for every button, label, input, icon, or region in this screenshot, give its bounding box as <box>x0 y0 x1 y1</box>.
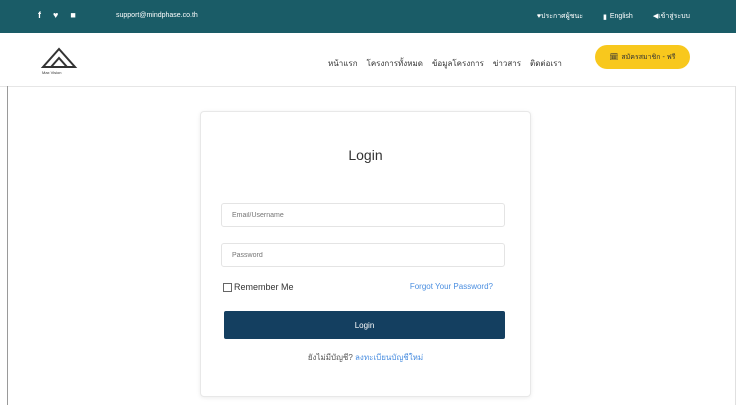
flag-icon: ▮ <box>603 13 607 21</box>
password-input[interactable] <box>221 243 505 267</box>
main-menu: หน้าแรก โครงการทั้งหมด ข้อมูลโครงการ ข่า… <box>328 57 562 70</box>
top-link-announcement[interactable]: ♥ประกาศผู้ชนะ <box>537 11 583 22</box>
heart-icon[interactable]: ♥ <box>53 10 58 20</box>
top-links: ♥ประกาศผู้ชนะ ▮ English ◀เข้าสู่ระบบ <box>537 11 690 22</box>
menu-item-all-projects[interactable]: โครงการทั้งหมด <box>367 57 423 70</box>
login-title: Login <box>348 147 383 163</box>
login-card: Login Remember Me Forgot Your Password? … <box>200 111 531 397</box>
top-bar: f ♥ ■ support@mindphase.co.th ♥ประกาศผู้… <box>0 0 736 33</box>
forgot-password-link[interactable]: Forgot Your Password? <box>410 282 493 291</box>
social-links: f ♥ ■ <box>38 10 76 20</box>
facebook-icon[interactable]: f <box>38 10 41 20</box>
remember-label: Remember Me <box>234 282 294 292</box>
login-link[interactable]: ◀เข้าสู่ระบบ <box>653 11 690 22</box>
menu-item-project-info[interactable]: ข้อมูลโครงการ <box>432 57 484 70</box>
navigation-bar: Max Vision หน้าแรก โครงการทั้งหมด ข้อมูล… <box>0 33 736 87</box>
remember-me[interactable]: Remember Me <box>223 282 294 292</box>
remember-checkbox[interactable] <box>223 282 232 292</box>
email-input[interactable] <box>221 203 505 227</box>
language-link[interactable]: ▮ English <box>603 13 633 21</box>
menu-item-contact[interactable]: ติดต่อเรา <box>530 57 562 70</box>
language-label: English <box>609 13 633 20</box>
signup-prompt-text: ยังไม่มีบัญชี? <box>307 353 353 362</box>
register-label: สมัครสมาชิก - ฟรี <box>621 53 676 61</box>
signup-prompt: ยังไม่มีบัญชี? ลงทะเบียนบัญชีใหม่ <box>201 351 530 364</box>
login-button[interactable]: Login <box>224 311 505 339</box>
page-left-border <box>7 86 8 405</box>
menu-item-news[interactable]: ข่าวสาร <box>493 57 521 70</box>
youtube-icon[interactable]: ■ <box>70 10 75 20</box>
support-email[interactable]: support@mindphase.co.th <box>116 12 198 19</box>
calendar-icon: 🗓 <box>609 54 619 61</box>
register-button[interactable]: 🗓 สมัครสมาชิก - ฟรี <box>595 45 690 69</box>
signup-link[interactable]: ลงทะเบียนบัญชีใหม่ <box>355 353 423 362</box>
logo-text: Max Vision <box>42 70 62 75</box>
menu-item-home[interactable]: หน้าแรก <box>328 57 358 70</box>
